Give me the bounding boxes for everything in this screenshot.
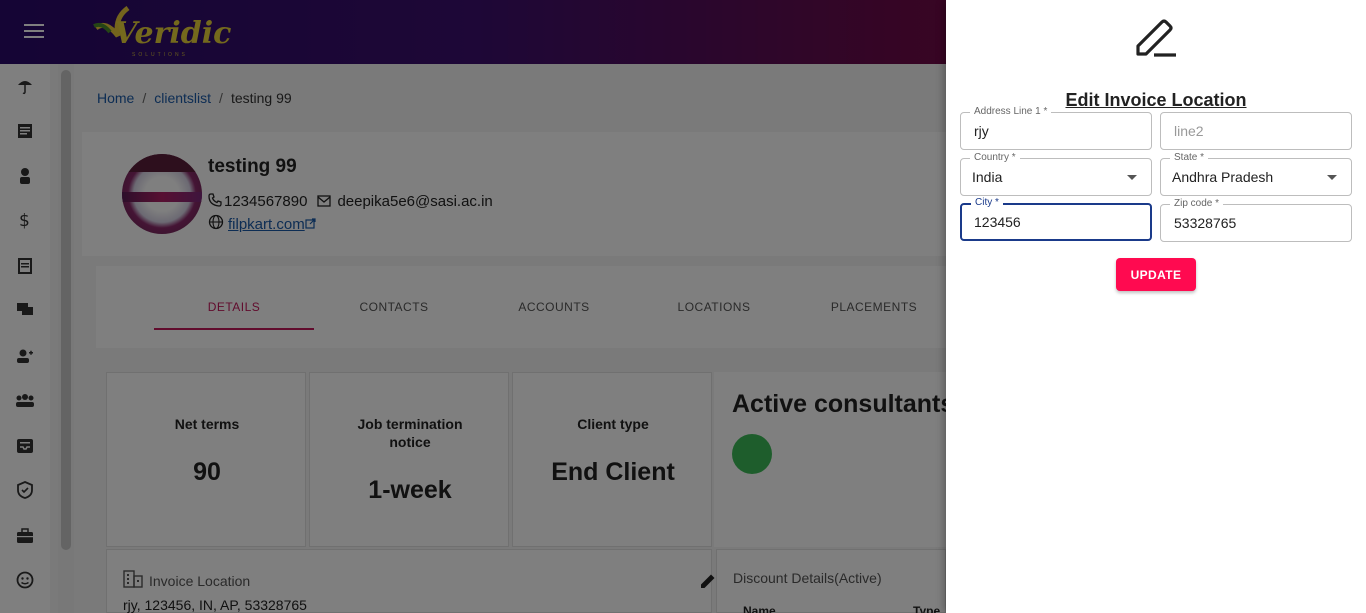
city-input[interactable] — [974, 214, 1134, 230]
zip-code-field[interactable]: Zip code * — [1160, 198, 1352, 242]
edit-pencil-icon — [1134, 16, 1178, 60]
chevron-down-icon[interactable] — [1127, 175, 1137, 180]
address-line2-input[interactable] — [1174, 123, 1334, 139]
address-line1-input[interactable] — [974, 123, 1134, 139]
update-button[interactable]: UPDATE — [1116, 258, 1196, 291]
address-line1-field[interactable]: Address Line 1 * — [960, 106, 1152, 150]
city-label: City * — [971, 197, 1003, 208]
chevron-down-icon[interactable] — [1327, 175, 1337, 180]
edit-invoice-drawer: Edit Invoice Location Address Line 1 * C… — [946, 0, 1366, 613]
state-value: Andhra Pradesh — [1172, 169, 1274, 185]
state-label: State * — [1170, 152, 1209, 163]
zip-code-label: Zip code * — [1170, 198, 1224, 209]
country-label: Country * — [970, 152, 1020, 163]
city-field[interactable]: City * — [960, 197, 1152, 241]
modal-backdrop[interactable] — [0, 0, 946, 613]
country-value: India — [972, 169, 1003, 185]
country-select[interactable]: Country * India — [960, 152, 1152, 196]
address-line1-label: Address Line 1 * — [970, 106, 1052, 117]
state-select[interactable]: State * Andhra Pradesh — [1160, 152, 1352, 196]
address-line2-field[interactable] — [1160, 112, 1352, 150]
zip-code-input[interactable] — [1174, 215, 1334, 231]
